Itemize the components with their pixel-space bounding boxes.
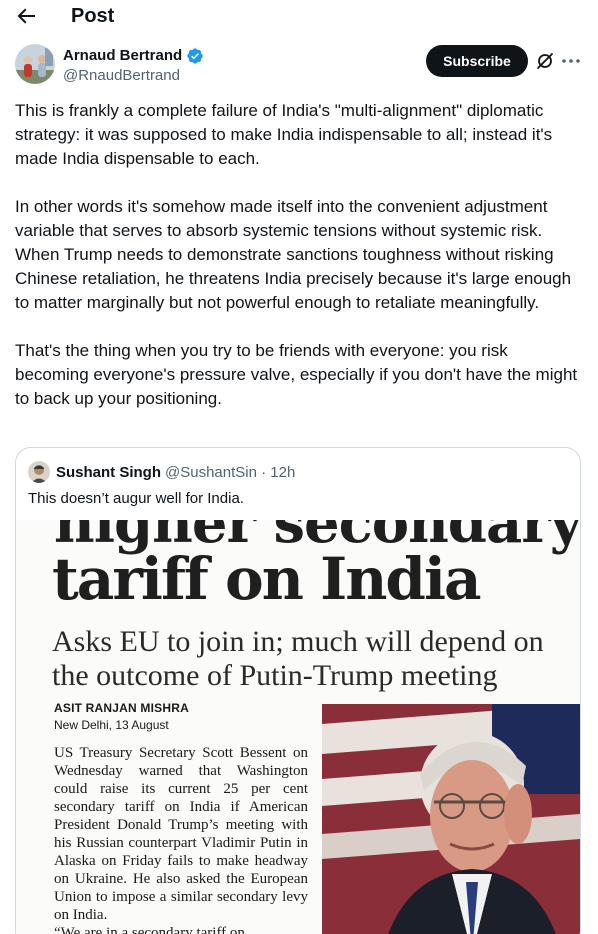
top-bar: Post: [0, 0, 598, 32]
avatar[interactable]: [15, 44, 55, 84]
quoted-post-text: This doesn’t augur well for India.: [28, 490, 244, 507]
post-author: Arnaud Bertrand @RnaudBertrand Subscribe: [15, 44, 583, 86]
name-row: Arnaud Bertrand: [63, 46, 204, 65]
newspaper-body: US Treasury Secretary Scott Bessent on W…: [54, 744, 308, 934]
meta-separator: ·: [261, 463, 267, 481]
quoted-avatar[interactable]: [28, 461, 50, 483]
grok-icon: [537, 53, 553, 69]
author-name[interactable]: Arnaud Bertrand: [63, 46, 182, 65]
quoted-post-time[interactable]: 12h: [270, 464, 295, 481]
quoted-author-name[interactable]: Sushant Singh: [56, 464, 161, 481]
post-paragraph: That's the thing when you try to be frie…: [15, 341, 578, 408]
newspaper-body-cut: “We are in a secondary tariff on: [54, 925, 245, 934]
more-icon: [562, 59, 580, 63]
post-paragraph: In other words it's somehow made itself …: [15, 197, 572, 312]
subscribe-button[interactable]: Subscribe: [426, 45, 528, 77]
quoted-post[interactable]: Sushant Singh @SushantSin · 12h This doe…: [15, 447, 581, 934]
quoted-post-header: Sushant Singh @SushantSin · 12h: [28, 460, 295, 484]
post-paragraph: This is frankly a complete failure of In…: [15, 101, 553, 168]
quoted-post-image[interactable]: higher secondary tariff on India Asks EU…: [16, 520, 580, 934]
back-button[interactable]: [14, 4, 38, 28]
newspaper-deck: Asks EU to join in; much will depend on …: [52, 625, 544, 692]
post-text: This is frankly a complete failure of In…: [15, 99, 583, 411]
author-handle[interactable]: @RnaudBertrand: [63, 66, 180, 85]
newspaper-byline: ASIT RANJAN MISHRA: [54, 701, 189, 715]
grok-button[interactable]: [535, 51, 555, 71]
more-button[interactable]: [560, 51, 582, 71]
page-title: Post: [71, 5, 115, 27]
verified-badge-icon: [187, 47, 203, 64]
newspaper-body-text: US Treasury Secretary Scott Bessent on W…: [54, 745, 308, 923]
newspaper-photo: [322, 704, 580, 934]
newspaper-dateline: New Delhi, 13 August: [54, 718, 169, 732]
quoted-author-handle[interactable]: @SushantSin: [165, 464, 257, 481]
newspaper-headline: tariff on India: [52, 545, 482, 613]
arrow-left-icon: [17, 8, 35, 24]
